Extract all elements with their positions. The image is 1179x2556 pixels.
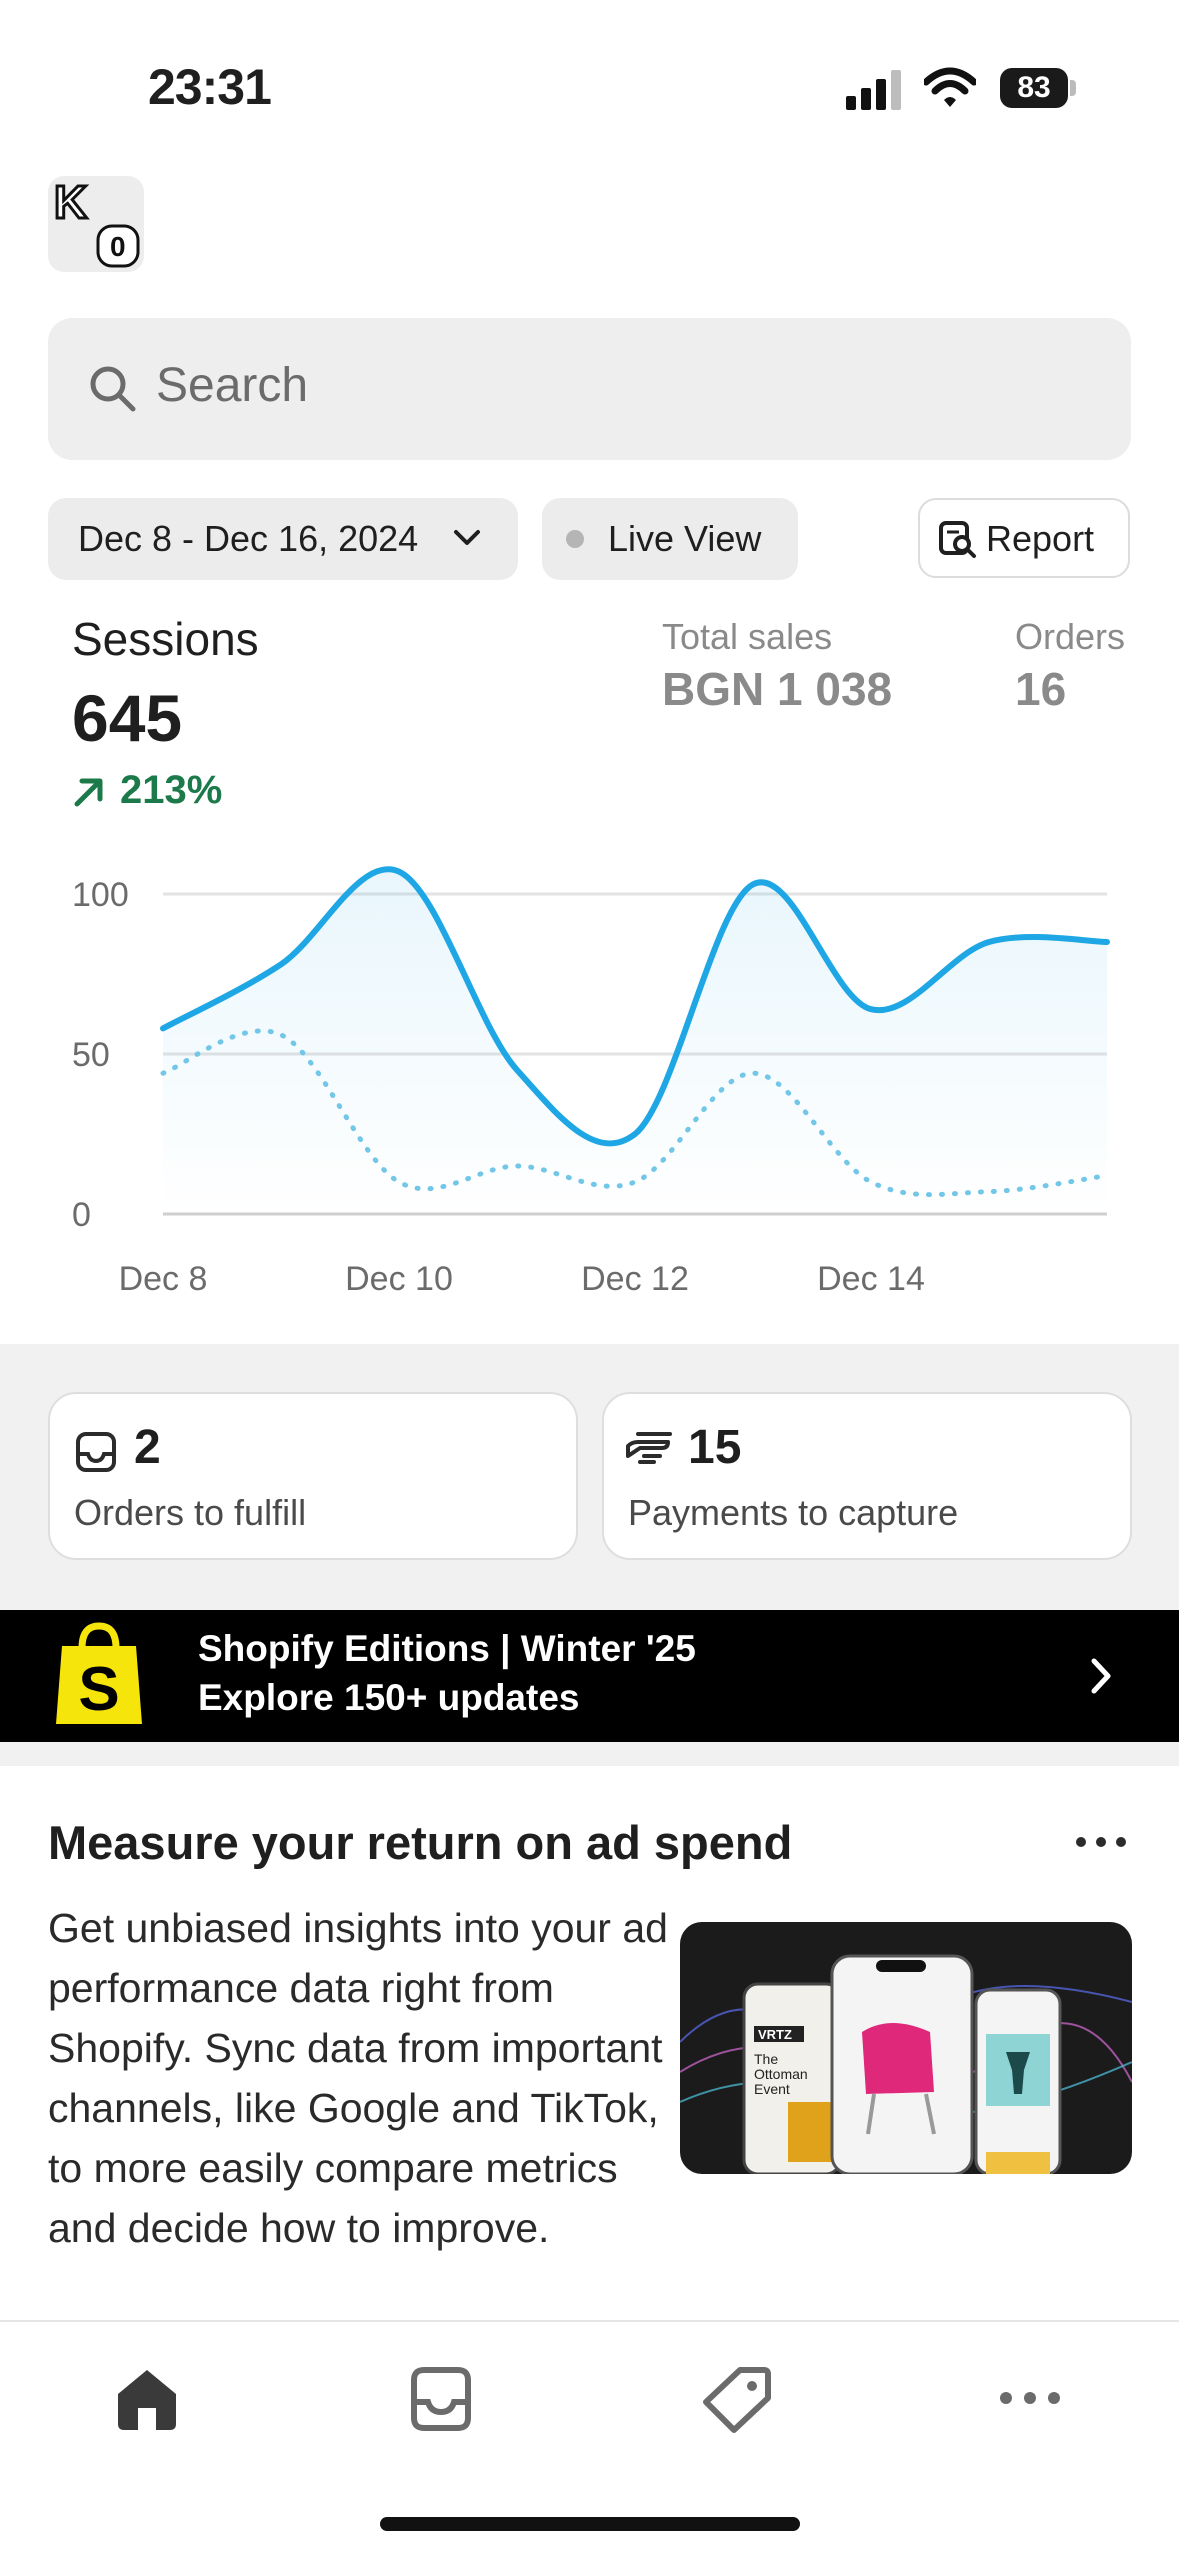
total-sales-value: BGN 1 038 bbox=[662, 663, 893, 715]
orders-to-fulfill-count: 2 bbox=[134, 1421, 161, 1474]
more-icon[interactable] bbox=[996, 2386, 1064, 2410]
payments-to-capture-card[interactable]: 15 Payments to capture bbox=[602, 1392, 1132, 1560]
home-icon[interactable] bbox=[112, 2366, 182, 2432]
article-body: Get unbiased insights into your ad perfo… bbox=[48, 1905, 668, 2251]
payments-to-capture-count: 15 bbox=[688, 1421, 742, 1474]
sessions-line-chart[interactable]: 0 50 100 Dec 8 Dec 10 Dec 12 Dec 14 bbox=[0, 860, 1179, 1320]
inbox-icon bbox=[76, 1432, 116, 1472]
image-text-line-1: The bbox=[754, 2051, 778, 2067]
battery-tip bbox=[1070, 80, 1076, 96]
payment-hand-icon bbox=[626, 1432, 672, 1464]
y-tick-label: 0 bbox=[72, 1196, 91, 1234]
trend-up-icon bbox=[74, 778, 103, 807]
shopify-logo-letter: S bbox=[78, 1655, 119, 1724]
avatar-letter: K bbox=[54, 176, 87, 228]
report-label: Report bbox=[986, 518, 1095, 559]
report-button[interactable]: Report bbox=[918, 498, 1130, 578]
search-placeholder: Search bbox=[156, 359, 309, 412]
products-tag-icon[interactable] bbox=[702, 2366, 772, 2434]
y-tick-label: 100 bbox=[72, 876, 129, 914]
total-sales-label[interactable]: Total sales bbox=[662, 616, 832, 658]
x-tick-label: Dec 12 bbox=[581, 1260, 689, 1298]
section-divider bbox=[0, 1742, 1179, 1766]
x-tick-label: Dec 8 bbox=[119, 1260, 208, 1298]
store-avatar[interactable]: K 0 bbox=[48, 175, 144, 272]
orders-to-fulfill-label: Orders to fulfill bbox=[74, 1492, 307, 1533]
image-text-brand: VRTZ bbox=[758, 2027, 792, 2042]
sessions-value: 645 bbox=[72, 681, 183, 755]
article-image[interactable]: VRTZ The Ottoman Event bbox=[680, 1922, 1132, 2174]
battery-icon: 83 bbox=[1000, 68, 1068, 108]
orders-label[interactable]: Orders bbox=[1015, 616, 1125, 658]
sessions-label[interactable]: Sessions bbox=[72, 612, 259, 666]
x-tick-label: Dec 14 bbox=[817, 1260, 925, 1298]
banner-title: Shopify Editions | Winter '25 bbox=[198, 1628, 696, 1669]
orders-value: 16 bbox=[1015, 663, 1067, 715]
article-title: Measure your return on ad spend bbox=[48, 1816, 793, 1869]
search-icon bbox=[90, 366, 136, 412]
chevron-right-icon[interactable] bbox=[1086, 1656, 1116, 1696]
x-tick-label: Dec 10 bbox=[345, 1260, 453, 1298]
banner-subtitle: Explore 150+ updates bbox=[198, 1677, 580, 1718]
shopify-bag-icon: S bbox=[56, 1622, 142, 1724]
date-range-label: Dec 8 - Dec 16, 2024 bbox=[78, 518, 419, 559]
sessions-change: 213% bbox=[120, 768, 223, 812]
y-tick-label: 50 bbox=[72, 1036, 110, 1074]
live-dot-icon bbox=[566, 530, 584, 548]
avatar-badge: 0 bbox=[110, 231, 126, 262]
chevron-down-icon bbox=[454, 530, 480, 545]
orders-inbox-icon[interactable] bbox=[406, 2366, 476, 2432]
image-text-line-3: Event bbox=[754, 2081, 790, 2097]
live-view-button[interactable]: Live View bbox=[542, 498, 798, 580]
store-logo-icon: K 0 bbox=[53, 175, 140, 268]
image-text-line-2: Ottoman bbox=[754, 2066, 808, 2082]
phones-illustration: VRTZ The Ottoman Event bbox=[680, 1954, 1132, 2174]
series-area bbox=[163, 869, 1107, 1214]
home-indicator bbox=[380, 2517, 800, 2531]
more-options-icon[interactable] bbox=[1074, 1830, 1128, 1854]
orders-to-fulfill-card[interactable]: 2 Orders to fulfill bbox=[48, 1392, 578, 1560]
status-time: 23:31 bbox=[148, 59, 272, 115]
live-view-label: Live View bbox=[608, 518, 762, 559]
report-search-icon bbox=[939, 521, 976, 558]
signal-icon bbox=[846, 70, 901, 110]
payments-to-capture-label: Payments to capture bbox=[628, 1492, 959, 1533]
date-range-dropdown[interactable]: Dec 8 - Dec 16, 2024 bbox=[48, 498, 518, 580]
wifi-icon bbox=[924, 67, 976, 107]
